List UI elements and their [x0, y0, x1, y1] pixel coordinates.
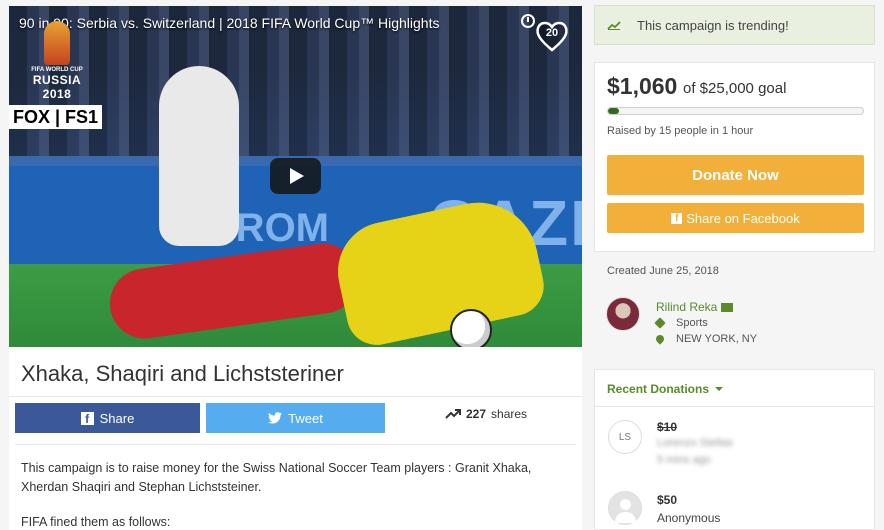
donation-time: 5 mins ago — [657, 454, 711, 466]
trending-arrow-icon — [445, 409, 461, 419]
world-cup-logo-title: RUSSIA 2018 — [32, 73, 82, 101]
divider — [15, 444, 576, 445]
goal-progress-bar — [607, 107, 864, 115]
donate-now-button[interactable]: Donate Now — [607, 155, 864, 195]
donor-name: Lorenzo Stellas — [657, 437, 733, 449]
campaign-main: PROM GAZP 90 in 90: Serbia vs. Switzerla… — [9, 6, 582, 530]
donation-amount: $50 — [657, 493, 678, 507]
share-count-suffix: shares — [491, 407, 528, 421]
donation-list: LS $10 Lorenzo Stellas 5 mins ago $50 An… — [594, 407, 875, 530]
facebook-share-button[interactable]: f Share — [15, 403, 200, 433]
broadcaster-logo: FOX | FS1 — [9, 105, 103, 129]
raised-amount: $1,060 — [607, 73, 678, 99]
facebook-icon: f — [80, 411, 94, 426]
trending-chart-icon — [607, 21, 621, 30]
heart-icon[interactable]: 20 — [534, 18, 570, 54]
donor-name: Anonymous — [657, 511, 721, 525]
trending-text: This campaign is trending! — [637, 17, 789, 33]
campaign-location: NEW YORK, NY — [654, 333, 758, 345]
organizer-name-link[interactable]: Rilind Reka — [656, 300, 734, 314]
chevron-down-icon — [715, 387, 724, 391]
soccer-ball — [450, 309, 492, 347]
facebook-icon: f — [671, 212, 683, 224]
location-label: NEW YORK, NY — [676, 333, 758, 345]
campaign-description: This campaign is to raise money for the … — [21, 461, 532, 494]
tweet-label: Tweet — [288, 410, 323, 426]
anonymous-user-icon — [608, 491, 642, 525]
organizer-avatar[interactable] — [606, 297, 640, 331]
trophy-icon — [44, 21, 70, 65]
facebook-share-label: Share — [99, 410, 135, 426]
created-date: Created June 25, 2018 — [607, 265, 719, 277]
trending-banner: This campaign is trending! — [594, 5, 875, 45]
donation-goal-card: $1,060 of $25,000 goal Raised by 15 peop… — [594, 62, 875, 252]
divider — [9, 396, 582, 397]
campaign-title: Xhaka, Shaqiri and Lichststeriner — [21, 361, 344, 386]
share-on-facebook-button[interactable]: f Share on Facebook — [607, 203, 864, 233]
share-count: 227 shares — [445, 407, 527, 421]
tweet-button[interactable]: Tweet — [206, 403, 385, 433]
campaign-description-continued: FIFA fined them as follows: — [21, 515, 171, 529]
donor-avatar: LS — [608, 420, 642, 454]
campaign-category: Sports — [654, 317, 708, 329]
player-white-kit — [159, 66, 239, 246]
donation-amount: $10 — [657, 420, 678, 434]
campaign-video[interactable]: PROM GAZP 90 in 90: Serbia vs. Switzerla… — [9, 6, 582, 347]
recent-donations-toggle[interactable]: Recent Donations — [607, 382, 724, 396]
map-pin-icon — [654, 333, 666, 345]
watch-later-icon[interactable] — [521, 14, 535, 28]
share-count-number: 227 — [466, 407, 487, 421]
envelope-icon[interactable] — [721, 302, 734, 312]
tag-icon — [654, 317, 666, 329]
share-on-facebook-label: Share on Facebook — [686, 210, 800, 226]
heart-count: 20 — [545, 27, 559, 39]
play-button[interactable] — [270, 158, 321, 194]
world-cup-logo: FIFA WORLD CUP RUSSIA 2018 — [17, 21, 97, 101]
play-icon — [290, 168, 304, 184]
twitter-icon — [268, 412, 283, 424]
category-label: Sports — [676, 317, 708, 329]
goal-text: of $25,000 goal — [683, 80, 787, 97]
recent-donations-label: Recent Donations — [607, 382, 710, 396]
recent-donations-header[interactable]: Recent Donations — [594, 369, 875, 407]
raised-by-text: Raised by 15 people in 1 hour — [607, 125, 754, 137]
organizer-name: Rilind Reka — [656, 300, 718, 314]
goal-progress-fill — [608, 108, 619, 114]
